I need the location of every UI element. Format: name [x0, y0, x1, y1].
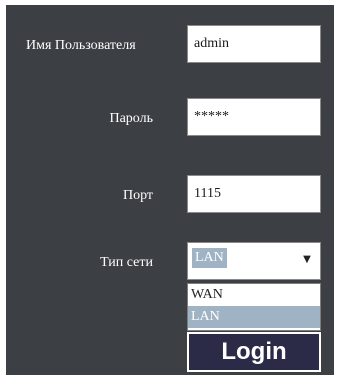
username-input[interactable]: admin: [187, 25, 321, 63]
password-label: Пароль: [109, 111, 153, 126]
option-wan[interactable]: WAN: [188, 284, 320, 306]
username-label: Имя Пользователя: [26, 38, 136, 53]
network-type-select[interactable]: LAN ▼: [187, 242, 321, 280]
port-input[interactable]: 1115: [187, 175, 321, 213]
network-type-dropdown: WAN LAN: [187, 283, 321, 331]
password-input[interactable]: *****: [187, 98, 321, 136]
network-type-selected-value: LAN: [192, 248, 227, 268]
option-lan[interactable]: LAN: [188, 306, 320, 328]
login-button[interactable]: Login: [187, 332, 321, 372]
chevron-down-icon[interactable]: ▼: [300, 251, 314, 269]
network-type-label: Тип сети: [100, 255, 153, 270]
port-label: Порт: [122, 188, 153, 203]
login-panel: Имя Пользователя admin Пароль ***** Порт…: [6, 5, 334, 375]
